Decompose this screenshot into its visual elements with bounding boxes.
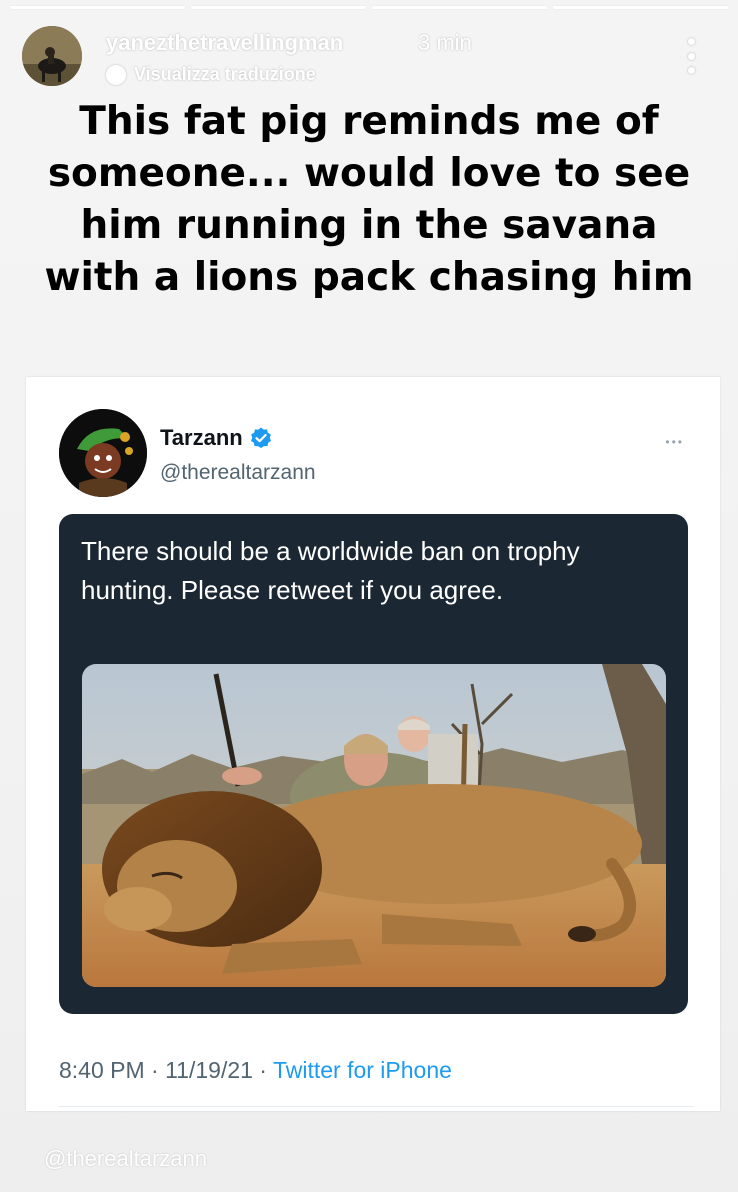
progress-segment: [191, 6, 366, 9]
translate-link[interactable]: Visualizza traduzione: [106, 64, 316, 85]
tweet-name-text: Tarzann: [160, 425, 243, 450]
progress-segment: [553, 6, 728, 9]
verified-badge-icon: [250, 427, 271, 448]
tweet-display-name: Tarzann: [160, 425, 273, 451]
story-caption: This fat pig reminds me of someone... wo…: [44, 99, 694, 300]
translate-label: Visualizza traduzione: [134, 64, 316, 84]
globe-icon: [106, 64, 126, 85]
tweet-avatar: [59, 409, 147, 497]
tweet-timestamp: 8:40 PM · 11/19/21 ·: [59, 1057, 273, 1083]
tweet-more-icon: •••: [665, 435, 684, 449]
tweet-photo: [82, 664, 666, 987]
progress-segment: [372, 6, 547, 9]
story-username[interactable]: yanezthetravellingman: [106, 30, 343, 56]
tweet-screenshot: Tarzann @therealtarzann ••• There should…: [26, 377, 720, 1111]
story-time: 3 min: [418, 30, 472, 55]
watermark-handle: @therealtarzann: [44, 1146, 207, 1171]
tweet-text: There should be a worldwide ban on troph…: [81, 536, 580, 605]
more-options-icon[interactable]: [686, 38, 696, 74]
tweet-handle: @therealtarzann: [160, 461, 316, 484]
tweet-dark-card: There should be a worldwide ban on troph…: [59, 514, 688, 1014]
progress-segment: [10, 6, 185, 9]
story-header: yanezthetravellingman 3 min Visualizza t…: [22, 26, 718, 88]
user-avatar[interactable]: [22, 26, 82, 86]
tweet-meta: 8:40 PM · 11/19/21 · Twitter for iPhone: [59, 1057, 452, 1084]
tweet-source: Twitter for iPhone: [272, 1057, 452, 1083]
tweet-divider: [59, 1106, 694, 1107]
story-progress-bar: [10, 6, 728, 9]
